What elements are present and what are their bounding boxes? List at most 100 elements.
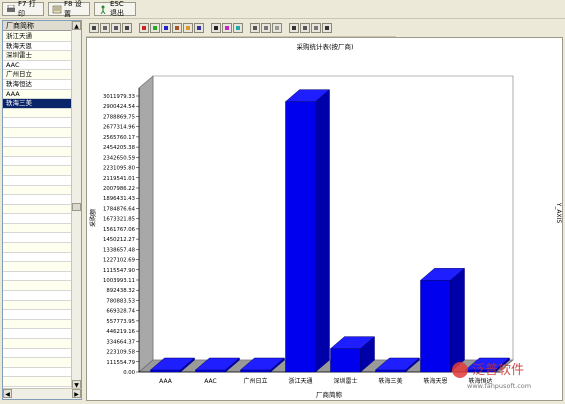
magnify-icon[interactable] bbox=[322, 23, 332, 33]
icon-glyph bbox=[175, 26, 179, 30]
empty-row[interactable] bbox=[3, 157, 73, 167]
scroll-up-icon[interactable]: ▲ bbox=[72, 21, 81, 30]
area-chart-icon[interactable] bbox=[150, 23, 160, 33]
empty-row[interactable] bbox=[3, 108, 73, 119]
empty-row[interactable] bbox=[3, 127, 73, 138]
vertical-scrollbar[interactable]: ▲ ▼ bbox=[71, 21, 81, 389]
chart-title: 采购统计表(按厂商) bbox=[296, 42, 353, 51]
print-icon[interactable] bbox=[122, 23, 132, 33]
save-icon[interactable] bbox=[89, 23, 99, 33]
icon-glyph bbox=[325, 26, 329, 30]
empty-row[interactable] bbox=[3, 195, 73, 205]
zoom-icon[interactable] bbox=[289, 23, 299, 33]
empty-row[interactable] bbox=[3, 368, 73, 378]
list-item[interactable]: AAC bbox=[3, 61, 73, 71]
empty-row[interactable] bbox=[3, 339, 73, 349]
empty-row[interactable] bbox=[3, 319, 73, 330]
scroll-thumb[interactable] bbox=[72, 203, 81, 211]
empty-row[interactable] bbox=[3, 185, 73, 196]
options-icon[interactable] bbox=[300, 23, 310, 33]
y-tick-label: 3011979.33 bbox=[103, 94, 135, 100]
icon-glyph bbox=[92, 26, 96, 30]
y-tick-label: 780883.53 bbox=[106, 298, 135, 304]
watermark-brand: 泛普软件 bbox=[472, 363, 524, 378]
empty-row[interactable] bbox=[3, 262, 73, 272]
y-axis-label: 采购额 bbox=[89, 209, 97, 227]
empty-row[interactable] bbox=[3, 176, 73, 186]
main-toolbar: F7 打印 F8 设置 ESC 退出 bbox=[0, 0, 565, 19]
empty-row[interactable] bbox=[3, 147, 73, 157]
bar bbox=[375, 369, 406, 373]
icon-glyph bbox=[103, 26, 107, 30]
list-item[interactable]: 轶海恒达 bbox=[3, 80, 73, 90]
pie-chart-icon[interactable] bbox=[183, 23, 193, 33]
empty-row[interactable] bbox=[3, 300, 73, 311]
paint-icon[interactable] bbox=[233, 23, 243, 33]
bar bbox=[330, 348, 361, 373]
y-tick-label: 1115547.90 bbox=[103, 268, 136, 274]
scroll-right-icon[interactable]: ▶ bbox=[72, 389, 81, 398]
empty-row[interactable] bbox=[3, 377, 73, 387]
y-tick-label: 557773.95 bbox=[106, 319, 135, 325]
list-header[interactable]: 厂商简称 bbox=[3, 21, 73, 31]
list-item[interactable]: 广州日立 bbox=[3, 70, 73, 80]
empty-row[interactable] bbox=[3, 272, 73, 282]
chart-toolbar bbox=[86, 20, 396, 37]
toggle-3d-icon[interactable] bbox=[272, 23, 282, 33]
toggle-legend-icon[interactable] bbox=[261, 23, 271, 33]
y-tick-label: 2788869.75 bbox=[103, 114, 135, 120]
point-chart-icon[interactable] bbox=[172, 23, 182, 33]
print-preview-icon[interactable] bbox=[100, 23, 110, 33]
settings-label: F8 设置 bbox=[64, 0, 82, 18]
color-icon[interactable] bbox=[222, 23, 232, 33]
gallery-icon[interactable] bbox=[211, 23, 221, 33]
x-tick-label: 轶海天恩 bbox=[423, 377, 447, 385]
empty-row[interactable] bbox=[3, 329, 73, 339]
empty-row[interactable] bbox=[3, 281, 73, 292]
icon-glyph bbox=[314, 26, 318, 30]
settings-button[interactable]: F8 设置 bbox=[48, 0, 90, 18]
list-item[interactable]: 轶海三美 bbox=[3, 99, 73, 109]
list-item[interactable]: AAA bbox=[3, 89, 73, 100]
y-tick-label: 892438.32 bbox=[106, 288, 135, 294]
empty-row[interactable] bbox=[3, 291, 73, 301]
y-tick-label: 1673321.85 bbox=[103, 217, 135, 223]
empty-row[interactable] bbox=[3, 243, 73, 253]
line-chart-2-icon[interactable] bbox=[194, 23, 204, 33]
icon-glyph bbox=[153, 26, 157, 30]
list-item[interactable]: 浙江天通 bbox=[3, 32, 73, 42]
y-tick-label: 111554.79 bbox=[106, 360, 135, 366]
empty-row[interactable] bbox=[3, 349, 73, 359]
tools-icon[interactable] bbox=[311, 23, 321, 33]
list-item[interactable]: 轶海天恩 bbox=[3, 42, 73, 52]
icon-glyph bbox=[214, 26, 218, 30]
exit-label: ESC 退出 bbox=[110, 0, 124, 17]
empty-row[interactable] bbox=[3, 204, 73, 215]
scroll-left-icon[interactable]: ◀ bbox=[3, 389, 12, 398]
print-button[interactable]: F7 打印 bbox=[2, 0, 44, 18]
horizontal-scrollbar[interactable]: ◀ ▶ bbox=[3, 388, 81, 399]
y-tick-label: 1896431.43 bbox=[103, 196, 135, 202]
y-tick-label: 669328.74 bbox=[106, 309, 135, 315]
empty-row[interactable] bbox=[3, 214, 73, 224]
bar-side bbox=[315, 89, 330, 373]
y-tick-label: 1561767.06 bbox=[103, 227, 136, 233]
copy-icon[interactable] bbox=[111, 23, 121, 33]
empty-row[interactable] bbox=[3, 223, 73, 234]
chart-side-wall bbox=[138, 75, 154, 373]
empty-row[interactable] bbox=[3, 358, 73, 368]
list-item[interactable]: 深圳雷士 bbox=[3, 51, 73, 61]
brand-logo-icon bbox=[452, 362, 468, 378]
empty-row[interactable] bbox=[3, 166, 73, 176]
bar-chart-icon[interactable] bbox=[139, 23, 149, 33]
exit-button[interactable]: ESC 退出 bbox=[94, 0, 136, 17]
icon-glyph bbox=[303, 26, 307, 30]
toggle-grid-icon[interactable] bbox=[250, 23, 260, 33]
empty-row[interactable] bbox=[3, 233, 73, 244]
empty-row[interactable] bbox=[3, 118, 73, 128]
empty-row[interactable] bbox=[3, 253, 73, 263]
empty-row[interactable] bbox=[3, 310, 73, 320]
x-tick-label: 浙江天通 bbox=[288, 377, 312, 385]
empty-row[interactable] bbox=[3, 138, 73, 148]
line-chart-icon[interactable] bbox=[161, 23, 171, 33]
